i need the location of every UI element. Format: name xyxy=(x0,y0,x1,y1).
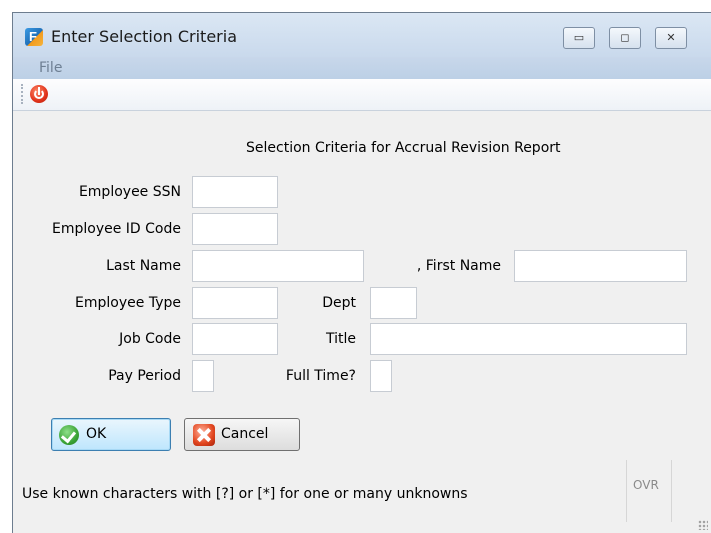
window-title: Enter Selection Criteria xyxy=(51,27,237,46)
power-icon[interactable] xyxy=(30,85,48,103)
employee-ssn-input[interactable] xyxy=(192,176,278,208)
ovr-label: OVR xyxy=(633,478,659,492)
employee-id-code-label: Employee ID Code xyxy=(52,221,181,237)
ovr-indicator: OVR xyxy=(626,460,672,522)
minimize-button[interactable]: ▭ xyxy=(563,27,595,49)
employee-ssn-label: Employee SSN xyxy=(78,184,181,200)
title-bar[interactable]: F Enter Selection Criteria ▭ ◻ ✕ xyxy=(13,13,711,57)
full-time-input[interactable] xyxy=(370,360,392,392)
dept-label: Dept xyxy=(322,295,356,311)
resize-grip-icon[interactable] xyxy=(698,520,708,530)
job-code-label: Job Code xyxy=(119,331,181,347)
last-name-label: Last Name xyxy=(106,258,181,274)
ok-button[interactable]: OK xyxy=(51,418,171,451)
ok-button-label: OK xyxy=(86,426,107,442)
job-code-input[interactable] xyxy=(192,323,278,355)
form-heading: Selection Criteria for Accrual Revision … xyxy=(246,140,561,156)
status-hint: Use known characters with [?] or [*] for… xyxy=(22,486,468,502)
app-logo-icon: F xyxy=(25,28,43,46)
close-icon: ✕ xyxy=(666,31,676,44)
employee-type-label: Employee Type xyxy=(75,295,181,311)
dept-input[interactable] xyxy=(370,287,417,319)
cancel-button[interactable]: Cancel xyxy=(184,418,300,451)
pay-period-label: Pay Period xyxy=(108,368,181,384)
minimize-icon: ▭ xyxy=(573,31,585,44)
first-name-input[interactable] xyxy=(514,250,687,282)
menu-file[interactable]: File xyxy=(39,60,62,76)
toolbar xyxy=(13,79,711,111)
pay-period-input[interactable] xyxy=(192,360,214,392)
close-button[interactable]: ✕ xyxy=(655,27,687,49)
toolbar-grip[interactable] xyxy=(21,84,25,104)
title-input[interactable] xyxy=(370,323,687,355)
first-name-label: , First Name xyxy=(416,258,501,274)
full-time-label: Full Time? xyxy=(285,368,356,384)
check-icon xyxy=(59,425,79,445)
last-name-input[interactable] xyxy=(192,250,364,282)
menu-bar: File xyxy=(13,57,711,79)
maximize-button[interactable]: ◻ xyxy=(609,27,641,49)
maximize-icon: ◻ xyxy=(620,31,630,44)
employee-id-code-input[interactable] xyxy=(192,213,278,245)
title-label: Title xyxy=(325,331,356,347)
employee-type-input[interactable] xyxy=(192,287,278,319)
cancel-button-label: Cancel xyxy=(221,426,269,442)
cancel-x-icon xyxy=(193,424,215,446)
